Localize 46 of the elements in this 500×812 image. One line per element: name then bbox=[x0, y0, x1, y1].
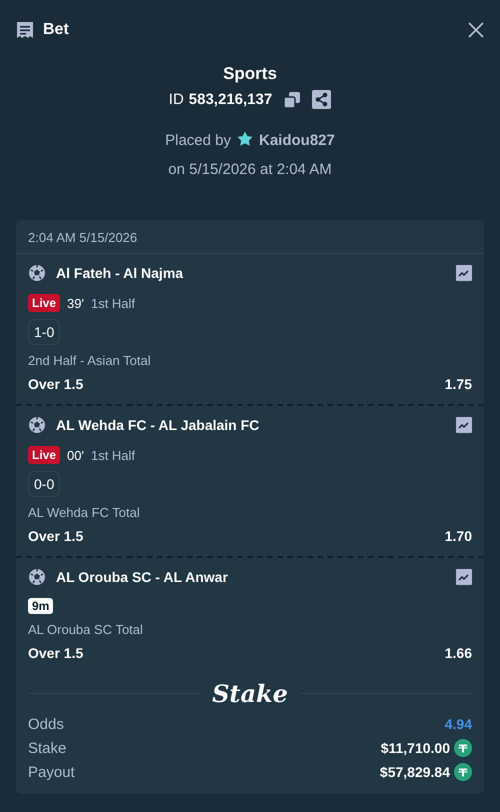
leg-odds: 1.66 bbox=[444, 645, 472, 661]
leg-odds: 1.70 bbox=[444, 528, 472, 544]
start-time-badge: 9m bbox=[28, 598, 54, 614]
placed-by-label: Placed by bbox=[165, 132, 231, 148]
card-timestamp: 2:04 AM 5/15/2026 bbox=[16, 220, 484, 254]
leg-odds: 1.75 bbox=[444, 376, 472, 392]
receipt-icon bbox=[16, 20, 34, 40]
soccer-ball-icon bbox=[28, 416, 46, 434]
market-name: 2nd Half - Asian Total bbox=[28, 353, 152, 368]
stats-button[interactable] bbox=[456, 265, 472, 281]
stats-button[interactable] bbox=[456, 569, 472, 585]
stats-button[interactable] bbox=[456, 417, 472, 433]
dialog-title: Bet bbox=[43, 21, 69, 39]
tether-coin-icon bbox=[454, 739, 472, 757]
soccer-ball-icon bbox=[28, 568, 46, 586]
match-name[interactable]: Al Fateh - Al Najma bbox=[56, 265, 446, 281]
outcome-name: Over 1.5 bbox=[28, 376, 84, 392]
market-name: AL Orouba SC Total bbox=[28, 622, 144, 637]
live-badge: Live bbox=[28, 446, 60, 464]
match-name[interactable]: AL Wehda FC - AL Jabalain FC bbox=[56, 417, 446, 433]
tether-coin-icon bbox=[454, 763, 472, 781]
total-odds: 4.94 bbox=[444, 716, 472, 732]
placed-date: on 5/15/2026 at 2:04 AM bbox=[168, 161, 332, 178]
match-minute: 39' bbox=[67, 296, 84, 310]
outcome-name: Over 1.5 bbox=[28, 528, 84, 544]
match-score: 0-0 bbox=[28, 471, 60, 497]
live-badge: Live bbox=[28, 294, 60, 312]
match-period: 1st Half bbox=[90, 296, 136, 310]
username[interactable]: Kaidou827 bbox=[259, 132, 335, 148]
soccer-ball-icon bbox=[28, 264, 46, 282]
match-minute: 00' bbox=[67, 448, 84, 462]
total-label: Stake bbox=[28, 740, 66, 756]
amount-value: $11,710.00 bbox=[380, 740, 450, 756]
match-score: 1-0 bbox=[28, 319, 60, 345]
brand-logo: Stake bbox=[212, 679, 288, 708]
bet-id-label: ID bbox=[168, 91, 184, 108]
match-name[interactable]: AL Orouba SC - AL Anwar bbox=[56, 569, 446, 585]
match-period: 1st Half bbox=[90, 448, 136, 462]
amount-value: $57,829.84 bbox=[380, 764, 450, 780]
market-name: AL Wehda FC Total bbox=[28, 505, 141, 520]
total-label: Payout bbox=[28, 764, 75, 780]
close-button[interactable] bbox=[468, 22, 484, 38]
bet-category: Sports bbox=[223, 64, 277, 84]
bet-id: 583,216,137 bbox=[188, 91, 272, 108]
total-label: Odds bbox=[28, 716, 64, 732]
outcome-name: Over 1.5 bbox=[28, 645, 84, 661]
